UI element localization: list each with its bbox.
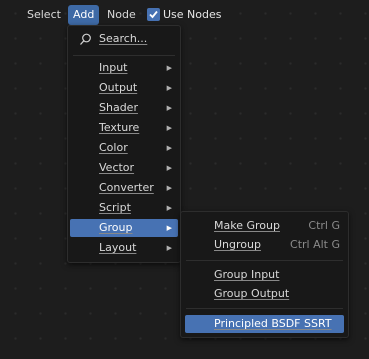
menu-item-layout[interactable]: Layout ▶ — [70, 239, 178, 257]
menu-item-color[interactable]: Color ▶ — [70, 139, 178, 157]
search-menu-item[interactable]: Search... — [70, 30, 178, 48]
menu-separator — [186, 308, 343, 309]
menu-item-label: Converter — [99, 181, 154, 194]
menu-item-script[interactable]: Script ▶ — [70, 199, 178, 217]
menu-item-label: Output — [99, 81, 138, 94]
menu-item-shader[interactable]: Shader ▶ — [70, 99, 178, 117]
checkmark-icon — [149, 10, 158, 19]
use-nodes-label: Use Nodes — [163, 8, 222, 21]
select-menu-button[interactable]: Select — [22, 5, 66, 25]
submenu-arrow-icon: ▶ — [166, 204, 172, 212]
menu-item-label: Input — [99, 61, 128, 74]
menu-item-group-output[interactable]: Group Output — [183, 285, 346, 303]
menu-item-label: Ungroup — [214, 238, 261, 251]
node-menu-button[interactable]: Node — [102, 5, 141, 25]
menu-item-label: Vector — [99, 161, 135, 174]
menu-separator — [186, 260, 343, 261]
menu-item-label: Texture — [99, 121, 140, 134]
menu-item-label: Group Output — [214, 287, 290, 300]
menu-item-texture[interactable]: Texture ▶ — [70, 119, 178, 137]
submenu-arrow-icon: ▶ — [166, 104, 172, 112]
shortcut-label: Ctrl G — [308, 219, 340, 232]
search-icon — [80, 33, 91, 45]
add-menu: Search... Input ▶ Output ▶ Shader ▶ Text… — [67, 25, 181, 263]
menu-item-label: Make Group — [214, 219, 280, 232]
submenu-arrow-icon: ▶ — [166, 244, 172, 252]
submenu-arrow-icon: ▶ — [166, 84, 172, 92]
menu-item-group-input[interactable]: Group Input — [183, 266, 346, 284]
menu-item-input[interactable]: Input ▶ — [70, 59, 178, 77]
menu-item-label: Color — [99, 141, 128, 154]
add-menu-button[interactable]: Add — [68, 5, 100, 25]
menu-item-group[interactable]: Group ▶ — [70, 219, 178, 237]
menu-item-make-group[interactable]: Make Group Ctrl G — [183, 217, 346, 235]
use-nodes-checkbox[interactable] — [147, 8, 160, 21]
menu-item-label: Group Input — [214, 268, 280, 281]
menu-item-label: Group — [99, 221, 133, 234]
submenu-arrow-icon: ▶ — [166, 184, 172, 192]
menu-item-label: Script — [99, 201, 131, 214]
submenu-arrow-icon: ▶ — [166, 224, 172, 232]
menu-separator — [73, 55, 175, 56]
menu-item-ungroup[interactable]: Ungroup Ctrl Alt G — [183, 236, 346, 254]
node-editor-header: Select Add Node Use Nodes — [0, 0, 369, 30]
menu-item-vector[interactable]: Vector ▶ — [70, 159, 178, 177]
group-submenu: Make Group Ctrl G Ungroup Ctrl Alt G Gro… — [180, 211, 349, 338]
submenu-arrow-icon: ▶ — [166, 64, 172, 72]
submenu-arrow-icon: ▶ — [166, 144, 172, 152]
menu-item-output[interactable]: Output ▶ — [70, 79, 178, 97]
menu-item-label: Principled BSDF SSRT — [214, 317, 332, 330]
submenu-arrow-icon: ▶ — [166, 164, 172, 172]
menu-item-converter[interactable]: Converter ▶ — [70, 179, 178, 197]
menu-item-label: Shader — [99, 101, 138, 114]
menu-item-principled-bsdf-ssrt[interactable]: Principled BSDF SSRT — [185, 315, 344, 333]
submenu-arrow-icon: ▶ — [166, 124, 172, 132]
menu-item-label: Layout — [99, 241, 137, 254]
search-label: Search... — [99, 32, 148, 45]
shortcut-label: Ctrl Alt G — [290, 238, 340, 251]
